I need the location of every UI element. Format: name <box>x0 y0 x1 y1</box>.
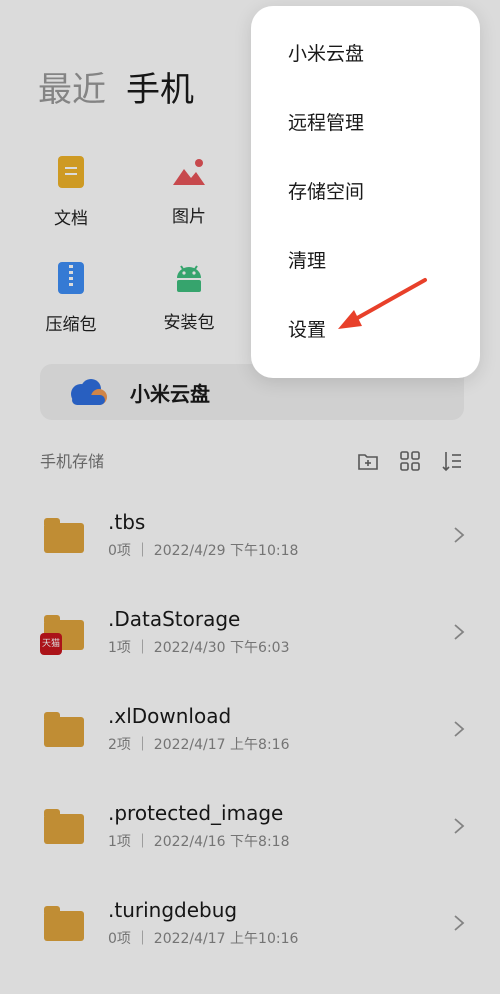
menu-item-storage-space[interactable]: 存储空间 <box>288 177 364 207</box>
annotation-arrow-icon <box>338 278 427 329</box>
menu-item-clean[interactable]: 清理 <box>288 246 326 276</box>
file-manager-screen: 最近 手机 文档 图片 压缩包 安装包 小米云盘 手机存储 .tbs 0项 ｜ … <box>0 0 500 994</box>
menu-item-remote-management[interactable]: 远程管理 <box>288 108 364 138</box>
menu-item-settings[interactable]: 设置 <box>288 315 326 345</box>
menu-item-cloud-drive[interactable]: 小米云盘 <box>288 39 364 69</box>
